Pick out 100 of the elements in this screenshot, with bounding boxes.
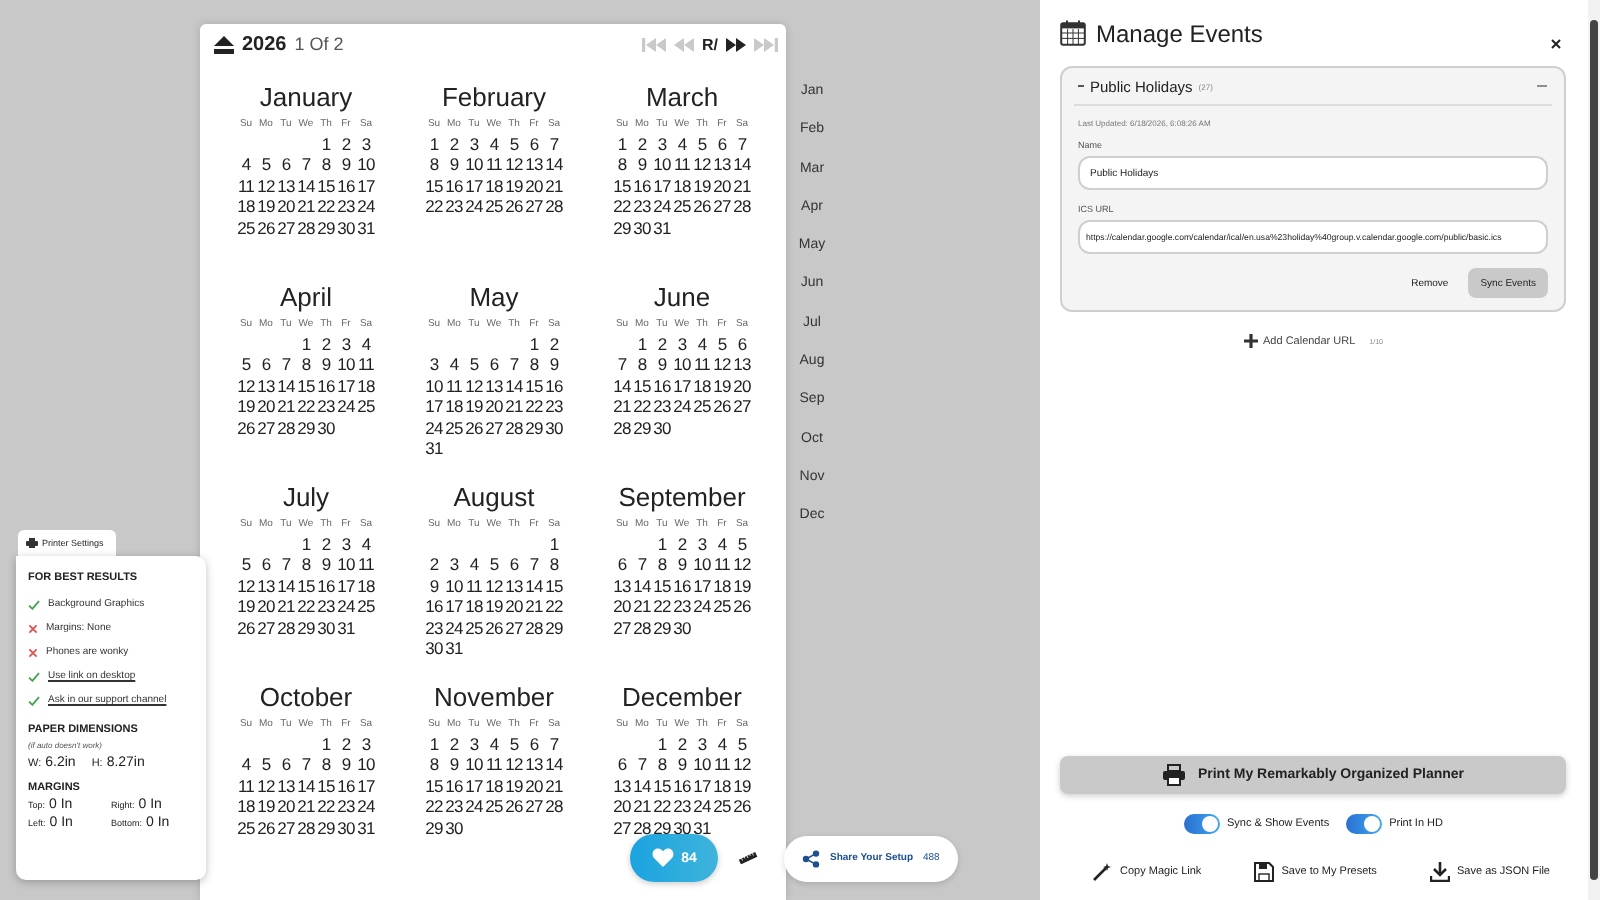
day-number: 20 — [484, 396, 504, 418]
day-number: 13 — [256, 575, 276, 597]
day-number: 19 — [484, 596, 504, 618]
day-number: 21 — [612, 396, 632, 418]
toggle-switch[interactable] — [1345, 814, 1382, 834]
day-number: 18 — [484, 775, 504, 797]
day-number: 27 — [524, 796, 544, 818]
day-number: 26 — [712, 396, 732, 418]
day-number: 22 — [652, 796, 672, 818]
month-title: March — [645, 82, 719, 114]
day-number: 2 — [547, 333, 561, 355]
day-number: 22 — [652, 596, 672, 618]
day-number: 14 — [612, 375, 632, 397]
printer-icon — [26, 538, 38, 548]
day-number: 20 — [524, 775, 544, 797]
day-number: 27 — [256, 417, 276, 439]
day-number: 7 — [547, 733, 561, 755]
day-number: 16 — [672, 775, 692, 797]
day-number: 15 — [612, 175, 632, 197]
day-number: 6 — [259, 354, 273, 376]
day-number: 31 — [336, 617, 356, 639]
day-number: 13 — [276, 775, 296, 797]
day-number: 1 — [527, 333, 541, 355]
day-number: 1 — [615, 133, 629, 155]
day-number: 26 — [732, 796, 752, 818]
day-number: 31 — [356, 817, 376, 839]
collapse-icon[interactable] — [1536, 82, 1548, 90]
day-number: 25 — [712, 596, 732, 618]
day-number: 25 — [672, 196, 692, 218]
day-number: 30 — [444, 817, 464, 839]
toggle-switch[interactable] — [1183, 814, 1220, 834]
day-number: 2 — [339, 133, 353, 155]
day-number: 23 — [444, 196, 464, 218]
day-number: 28 — [276, 417, 296, 439]
day-number: 15 — [296, 575, 316, 597]
day-number: 2 — [339, 733, 353, 755]
day-number: 6 — [507, 554, 521, 576]
day-number: 22 — [296, 396, 316, 418]
day-number: 5 — [259, 754, 273, 776]
day-number: 26 — [236, 617, 256, 639]
day-number: 29 — [316, 817, 336, 839]
day-number: 5 — [487, 554, 501, 576]
day-number: 26 — [504, 796, 524, 818]
day-number: 24 — [356, 196, 376, 218]
day-number: 3 — [359, 133, 373, 155]
day-number: 6 — [259, 554, 273, 576]
day-number: 23 — [424, 617, 444, 639]
day-number: 23 — [672, 596, 692, 618]
day-number: 21 — [732, 175, 752, 197]
day-number: 10 — [464, 154, 484, 176]
day-number: 15 — [424, 175, 444, 197]
day-number: 28 — [544, 196, 564, 218]
page-button[interactable]: R/ — [702, 35, 718, 53]
day-number: 13 — [712, 154, 732, 176]
day-number: 4 — [675, 133, 689, 155]
day-number: 11 — [236, 175, 256, 197]
day-number: 11 — [712, 754, 732, 776]
day-number: 2 — [655, 333, 669, 355]
day-number: 21 — [632, 796, 652, 818]
day-number: 22 — [424, 196, 444, 218]
day-number: 10 — [652, 154, 672, 176]
day-number: 10 — [336, 554, 356, 576]
day-number: 23 — [652, 396, 672, 418]
next-icon[interactable] — [724, 35, 748, 53]
day-number: 17 — [692, 775, 712, 797]
day-number: 1 — [299, 333, 313, 355]
day-number: 14 — [276, 375, 296, 397]
day-number: 10 — [356, 154, 376, 176]
day-number: 5 — [507, 733, 521, 755]
scrollbar[interactable] — [1588, 0, 1600, 900]
day-number: 18 — [692, 375, 712, 397]
day-number: 30 — [336, 217, 356, 239]
day-number: 9 — [319, 554, 333, 576]
eject-icon[interactable] — [214, 35, 234, 53]
day-number: 28 — [544, 796, 564, 818]
month-title: June — [653, 282, 711, 314]
day-number: 13 — [524, 154, 544, 176]
day-number: 25 — [484, 796, 504, 818]
day-number: 25 — [236, 817, 256, 839]
day-number: 2 — [319, 533, 333, 555]
day-number: 10 — [336, 354, 356, 376]
ruler-icon — [738, 852, 758, 864]
day-number: 8 — [299, 354, 313, 376]
day-number: 27 — [612, 617, 632, 639]
day-number: 1 — [655, 533, 669, 555]
day-number: 6 — [715, 133, 729, 155]
day-number: 4 — [467, 554, 481, 576]
day-number: 24 — [336, 396, 356, 418]
day-number: 19 — [732, 775, 752, 797]
day-number: 18 — [712, 775, 732, 797]
day-number: 25 — [712, 796, 732, 818]
close-button[interactable] — [1546, 33, 1566, 53]
download-icon — [1429, 862, 1450, 882]
day-number: 2 — [675, 533, 689, 555]
day-number: 2 — [675, 733, 689, 755]
day-number: 11 — [672, 154, 692, 176]
day-number: 15 — [652, 775, 672, 797]
day-number: 16 — [544, 375, 564, 397]
day-number: 5 — [239, 354, 253, 376]
day-number: 18 — [464, 596, 484, 618]
